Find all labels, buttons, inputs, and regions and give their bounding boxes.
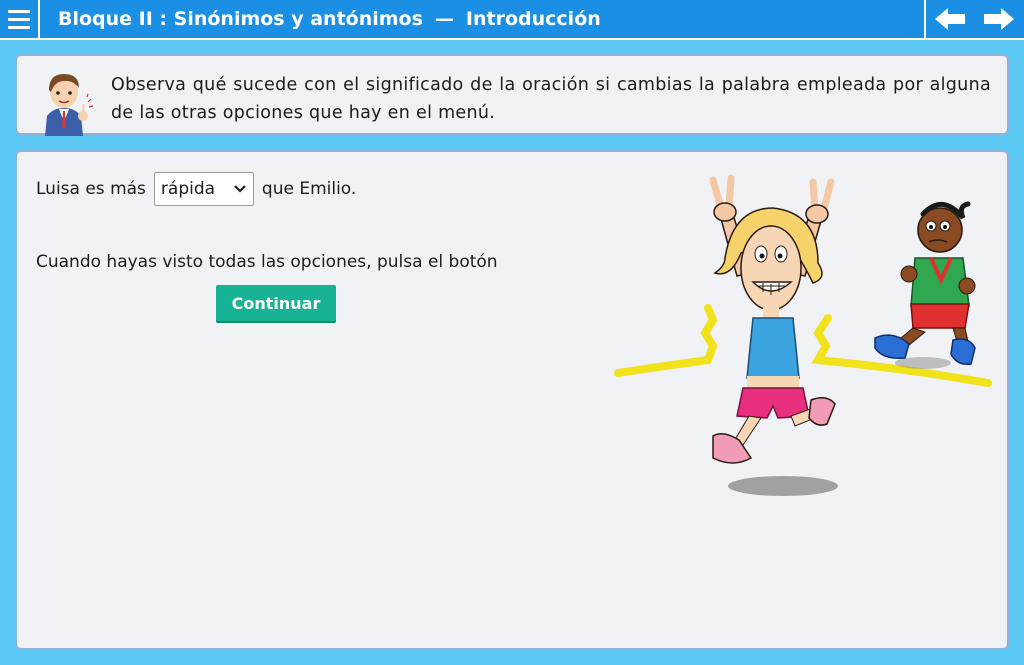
arrow-left-icon (935, 8, 965, 30)
chevron-down-icon (233, 182, 247, 196)
teacher-avatar (45, 74, 94, 136)
instruction-text: Observa qué sucede con el significado de… (111, 75, 991, 123)
title-separator: — (434, 8, 454, 30)
continue-button[interactable]: Continuar (216, 285, 336, 321)
exercise-sentence: Luisa es más rápida que Emilio. (36, 172, 356, 206)
title-section: Introducción (465, 8, 601, 30)
next-button[interactable] (974, 0, 1024, 38)
exercise-panel: Luisa es más rápida que Emilio. Cuando h… (15, 150, 1009, 650)
menu-button[interactable] (0, 0, 40, 38)
hamburger-icon-line (8, 25, 30, 29)
title-block: Bloque II : Sinónimos y antónimos (58, 8, 423, 30)
hamburger-icon (8, 9, 30, 13)
page-title: Bloque II : Sinónimos y antónimos — Introd… (58, 6, 601, 32)
hint-text: Cuando hayas visto todas las opciones, p… (36, 252, 498, 272)
arrow-right-icon (984, 8, 1014, 30)
sentence-end: que Emilio. (261, 179, 357, 199)
hamburger-icon-line (8, 17, 30, 21)
word-select-value: rápida (160, 179, 216, 199)
race-illustration (614, 174, 992, 496)
top-bar: Bloque II : Sinónimos y antónimos — Introd… (0, 0, 1024, 40)
word-select[interactable]: rápida (153, 172, 254, 206)
instruction-panel: Observa qué sucede con el significado de… (15, 54, 1009, 136)
sentence-start: Luisa es más (36, 179, 146, 199)
previous-button[interactable] (924, 0, 974, 38)
